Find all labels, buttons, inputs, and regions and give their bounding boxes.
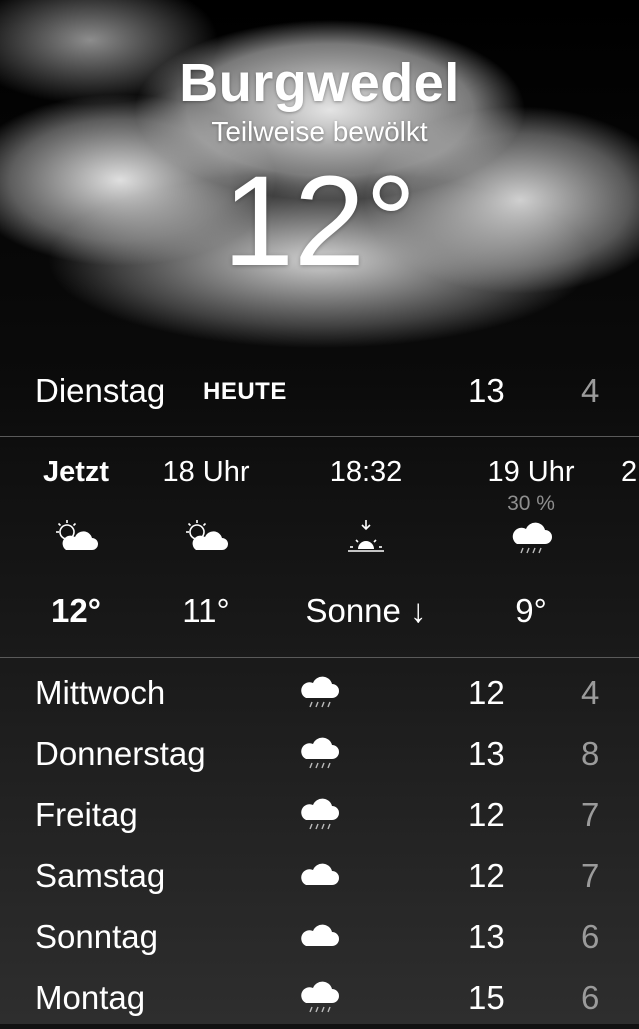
sunset-icon bbox=[348, 520, 384, 552]
hour-label: 19 Uhr bbox=[487, 456, 575, 488]
hour-label: Jetzt bbox=[42, 456, 110, 488]
today-high: 13 bbox=[468, 372, 505, 409]
hourly-item: 18:32 Sonne ↓ bbox=[305, 438, 426, 656]
divider bbox=[0, 436, 639, 437]
hourly-item: 19 Uhr 30 % 9° bbox=[471, 438, 591, 656]
day-low: 7 bbox=[581, 857, 600, 894]
day-low: 4 bbox=[581, 674, 600, 711]
hour-temperature: 11° bbox=[182, 592, 230, 629]
divider bbox=[0, 657, 639, 658]
hourly-item: 2 bbox=[616, 438, 639, 656]
hour-label: 18 Uhr bbox=[162, 456, 250, 488]
city-name: Burgwedel bbox=[179, 53, 460, 113]
day-high: 13 bbox=[468, 735, 505, 772]
list-item: Sonntag 13 6 bbox=[0, 908, 639, 968]
partly-cloudy-icon bbox=[186, 520, 228, 550]
hourly-item: 18 Uhr 11° bbox=[146, 438, 266, 656]
rain-cloud-icon bbox=[301, 798, 339, 830]
day-name: Sonntag bbox=[35, 918, 158, 955]
rain-cloud-icon bbox=[301, 981, 339, 1013]
day-low: 7 bbox=[581, 796, 600, 833]
today-summary-row: Dienstag HEUTE 13 4 bbox=[0, 366, 639, 418]
condition-text: Teilweise bewölkt bbox=[211, 116, 428, 147]
rain-cloud-icon bbox=[301, 676, 339, 708]
list-item: Donnerstag 13 8 bbox=[0, 725, 639, 785]
day-name: Donnerstag bbox=[35, 735, 206, 772]
day-low: 6 bbox=[581, 918, 600, 955]
precipitation-chance: 30 % bbox=[507, 492, 555, 515]
hour-temperature: 9° bbox=[515, 592, 547, 629]
day-high: 13 bbox=[468, 918, 505, 955]
day-name: Montag bbox=[35, 979, 146, 1016]
day-name: Samstag bbox=[35, 857, 166, 894]
list-item: Freitag 12 7 bbox=[0, 786, 639, 846]
rain-cloud-icon bbox=[512, 522, 552, 554]
hour-temperature: 12° bbox=[51, 592, 101, 629]
current-weather-header: Burgwedel Teilweise bewölkt 12° bbox=[0, 52, 639, 286]
day-high: 12 bbox=[468, 796, 505, 833]
hour-label: 2 bbox=[621, 456, 638, 488]
day-name: Freitag bbox=[35, 796, 138, 833]
partly-cloudy-icon bbox=[56, 520, 98, 550]
day-low: 6 bbox=[581, 979, 600, 1016]
cloud-icon bbox=[301, 924, 339, 946]
day-high: 15 bbox=[468, 979, 505, 1016]
day-high: 12 bbox=[468, 857, 505, 894]
today-day: Dienstag bbox=[35, 372, 166, 409]
hourly-forecast-strip[interactable]: Jetzt 12° 18 Uhr 11° 18:32 Sonne ↓ 19 Uh… bbox=[0, 438, 639, 656]
list-item: Samstag 12 7 bbox=[0, 847, 639, 907]
current-temperature: 12° bbox=[222, 150, 417, 293]
hour-temperature: Sonne ↓ bbox=[305, 592, 427, 629]
rain-cloud-icon bbox=[301, 737, 339, 769]
hour-label: 18:32 bbox=[329, 456, 403, 488]
list-item: Mittwoch 12 4 bbox=[0, 664, 639, 724]
today-tag: HEUTE bbox=[203, 378, 287, 405]
day-low: 8 bbox=[581, 735, 600, 772]
cloud-icon bbox=[301, 863, 339, 885]
list-item: Montag 15 6 bbox=[0, 969, 639, 1029]
day-high: 12 bbox=[468, 674, 505, 711]
day-name: Mittwoch bbox=[35, 674, 166, 711]
hourly-item: Jetzt 12° bbox=[16, 438, 136, 656]
today-low: 4 bbox=[581, 372, 600, 409]
